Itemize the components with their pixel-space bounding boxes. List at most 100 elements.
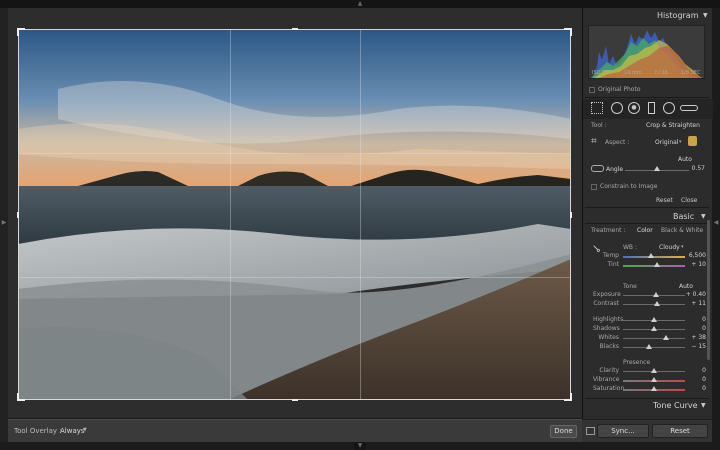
level-icon[interactable] (591, 165, 604, 172)
clarity-slider-thumb[interactable] (651, 368, 657, 373)
vibrance-value[interactable]: 0 (682, 376, 706, 383)
whites-value[interactable]: + 38 (682, 334, 706, 341)
tone-curve-title[interactable]: Tone Curve (653, 401, 698, 410)
contrast-label: Contrast (593, 300, 619, 307)
tool-overlay-select[interactable]: Always (60, 427, 85, 435)
develop-right-panel: Histogram ▼ ISO 50 14 mm f / 16 1/8 SEC … (582, 8, 713, 442)
crop-handle-top[interactable] (292, 28, 298, 30)
original-photo-label: Original Photo (598, 86, 641, 93)
chevron-down-icon[interactable]: ▼ (83, 427, 87, 433)
crop-grid-line (230, 30, 231, 399)
crop-grid-line (360, 30, 361, 399)
temp-value[interactable]: 6,500 (682, 252, 706, 259)
whites-slider-thumb[interactable] (662, 335, 669, 340)
tint-value[interactable]: + 10 (682, 261, 706, 268)
whites-label: Whites (598, 334, 619, 341)
crop-icon[interactable]: ⌗ (591, 136, 597, 147)
panel-scrollbar[interactable] (707, 220, 710, 360)
adjustment-brush-icon[interactable] (680, 105, 698, 111)
wb-select[interactable]: Cloudy (659, 244, 680, 251)
crop-handle-right[interactable] (570, 212, 572, 218)
tool-overlay-toolbar: Tool Overlay : Always ▼ Done (8, 419, 582, 442)
blacks-slider-thumb[interactable] (646, 344, 653, 349)
exposure-label: Exposure (593, 291, 621, 298)
crop-handle-bottom[interactable] (292, 399, 298, 401)
vibrance-slider-thumb[interactable] (651, 377, 657, 382)
presence-label: Presence (623, 359, 651, 366)
constrain-checkbox[interactable] (591, 184, 597, 190)
reset-button[interactable]: Reset (652, 424, 708, 438)
blacks-value[interactable]: − 15 (682, 343, 706, 350)
lock-icon[interactable] (688, 136, 697, 146)
crop-handle-top-right[interactable] (570, 28, 572, 36)
red-eye-icon[interactable]: ● (628, 102, 640, 114)
right-panel-toggle-icon[interactable]: ◀ (712, 218, 720, 228)
tool-strip: ● (583, 99, 713, 119)
histogram-aperture: f / 16 (655, 70, 668, 76)
left-panel-toggle-icon[interactable]: ▶ (0, 218, 8, 228)
tool-name: Crop & Straighten (646, 122, 700, 129)
histogram-focal-length: 14 mm (624, 70, 642, 76)
saturation-slider-thumb[interactable] (651, 386, 657, 391)
crop-close-button[interactable]: Close (681, 197, 697, 204)
triangle-down-icon[interactable]: ▼ (703, 12, 708, 19)
exposure-slider-thumb[interactable] (653, 292, 660, 297)
angle-slider-thumb[interactable] (654, 166, 661, 171)
shadows-label: Shadows (593, 325, 620, 332)
panel-divider (585, 223, 709, 224)
spot-removal-icon[interactable] (611, 102, 623, 114)
treatment-label: Treatment : (591, 227, 626, 234)
crop-handle-bottom-right[interactable] (570, 393, 572, 401)
done-button[interactable]: Done (550, 425, 577, 438)
crop-overlay-tool-icon[interactable] (591, 102, 603, 114)
sync-toggle-icon[interactable] (586, 427, 595, 435)
crop-overlay-frame[interactable] (17, 28, 572, 401)
crop-handle-left[interactable] (17, 212, 19, 218)
triangle-down-icon[interactable]: ▼ (701, 402, 706, 409)
sync-reset-bar: Sync... Reset (582, 419, 712, 442)
original-photo-checkbox[interactable] (589, 87, 595, 93)
temp-slider-thumb[interactable] (647, 253, 654, 258)
whites-slider-track[interactable] (623, 338, 685, 339)
histogram-title[interactable]: Histogram (657, 11, 699, 20)
chevron-down-icon[interactable]: ▾ (679, 139, 682, 145)
shadows-value[interactable]: 0 (682, 325, 706, 332)
saturation-value[interactable]: 0 (682, 385, 706, 392)
angle-value[interactable]: 0.57 (681, 165, 705, 172)
constrain-label: Constrain to Image (600, 183, 658, 190)
triangle-down-icon[interactable]: ▼ (701, 213, 706, 220)
histogram-graph[interactable]: ISO 50 14 mm f / 16 1/8 SEC (588, 25, 705, 79)
tone-auto-button[interactable]: Auto (679, 283, 693, 290)
contrast-slider-thumb[interactable] (654, 301, 661, 306)
treatment-color[interactable]: Color (637, 227, 653, 234)
blacks-slider-track[interactable] (623, 347, 685, 348)
graduated-filter-icon[interactable] (648, 102, 655, 114)
vibrance-label: Vibrance (593, 376, 620, 383)
tool-overlay-label: Tool Overlay : (14, 427, 62, 435)
panel-divider (585, 398, 709, 399)
chevron-down-icon[interactable]: ▾ (681, 244, 684, 250)
basic-title[interactable]: Basic (673, 212, 694, 221)
treatment-bw[interactable]: Black & White (661, 227, 703, 234)
temp-slider-track[interactable] (623, 256, 685, 258)
aspect-select[interactable]: Original (655, 139, 678, 146)
clarity-value[interactable]: 0 (682, 367, 706, 374)
histogram-shutter: 1/8 SEC (681, 70, 701, 76)
bottom-panel-toggle-icon[interactable]: ▼ (354, 441, 366, 450)
shadows-slider-thumb[interactable] (651, 326, 657, 331)
top-panel-toggle-icon[interactable]: ▲ (354, 0, 366, 8)
crop-handle-top-left[interactable] (17, 28, 19, 36)
angle-auto-button[interactable]: Auto (678, 156, 692, 163)
blacks-label: Blacks (599, 343, 619, 350)
crop-reset-button[interactable]: Reset (656, 197, 673, 204)
tint-slider-thumb[interactable] (654, 262, 661, 267)
crop-grid-line (19, 277, 570, 278)
sync-button[interactable]: Sync... (597, 424, 649, 438)
panel-divider (585, 97, 709, 98)
crop-handle-bottom-left[interactable] (17, 393, 19, 401)
highlights-value[interactable]: 0 (682, 316, 706, 323)
contrast-value[interactable]: + 11 (682, 300, 706, 307)
radial-filter-icon[interactable] (663, 102, 675, 114)
highlights-slider-thumb[interactable] (651, 317, 657, 322)
exposure-value[interactable]: + 0.40 (682, 291, 706, 298)
